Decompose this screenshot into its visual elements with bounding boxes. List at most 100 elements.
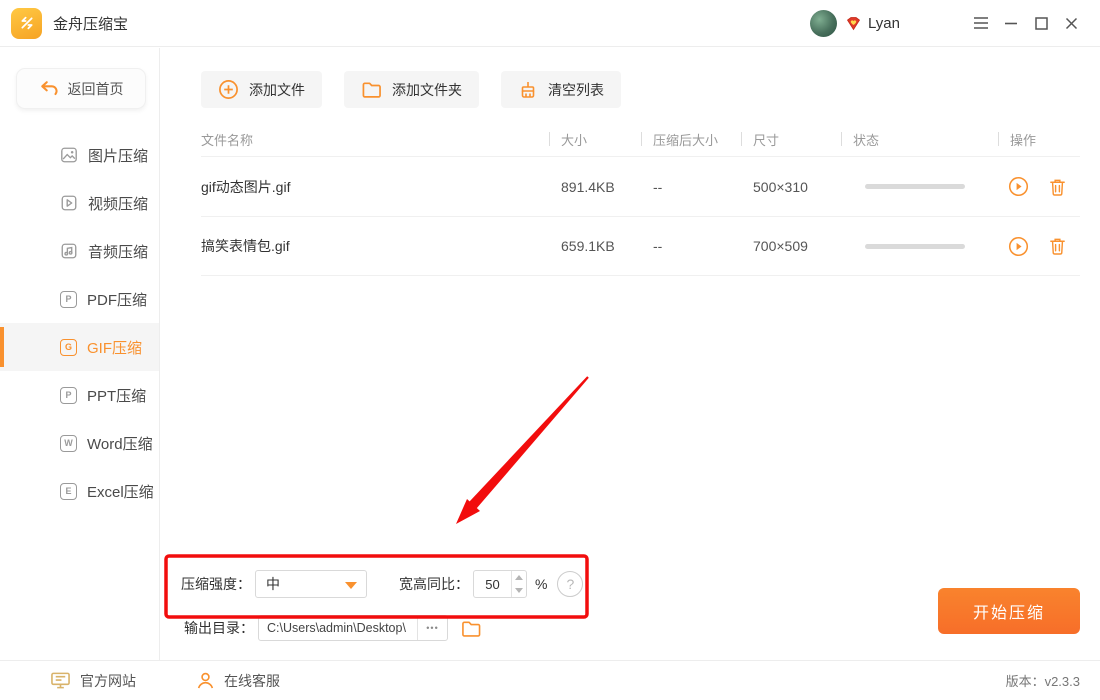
image-icon <box>60 146 78 164</box>
back-home-label: 返回首页 <box>68 79 124 99</box>
help-icon[interactable]: ? <box>557 571 583 597</box>
play-button[interactable] <box>1008 236 1029 257</box>
sidebar-item-label: PDF压缩 <box>87 289 147 310</box>
delete-button[interactable] <box>1047 176 1068 197</box>
row-actions <box>998 236 1081 257</box>
person-icon <box>196 671 215 690</box>
status-cell <box>841 184 998 189</box>
col-header-status: 状态 <box>841 130 998 149</box>
start-compress-button[interactable]: 开始压缩 <box>938 588 1080 634</box>
excel-icon: E <box>60 483 77 500</box>
sidebar-item-label: GIF压缩 <box>87 337 142 358</box>
monitor-icon <box>50 671 71 690</box>
word-icon: W <box>60 435 77 452</box>
file-name: gif动态图片.gif <box>201 177 549 197</box>
dimensions: 700×509 <box>741 238 841 254</box>
official-website-link[interactable]: 官方网站 <box>50 671 136 691</box>
output-path-box: C:\Users\admin\Desktop\ ••• <box>258 615 448 641</box>
sidebar: 返回首页 图片压缩 视频压缩 音频压缩 <box>0 48 160 660</box>
version-label: 版本：v2.3.3 <box>1006 671 1080 690</box>
sidebar-item-word-compress[interactable]: W Word压缩 <box>0 419 159 467</box>
file-size: 891.4KB <box>549 179 641 195</box>
pdf-icon: P <box>60 291 77 308</box>
output-path[interactable]: C:\Users\admin\Desktop\ <box>259 621 417 635</box>
minimize-icon[interactable] <box>996 8 1026 38</box>
sidebar-item-label: 视频压缩 <box>88 193 148 214</box>
app-window: 金舟压缩宝 Lyan <box>0 0 1100 700</box>
sidebar-item-excel-compress[interactable]: E Excel压缩 <box>0 467 159 515</box>
online-support-label: 在线客服 <box>224 671 280 691</box>
main-panel: 添加文件 添加文件夹 清空列表 文件名称 大小 <box>161 48 1100 660</box>
percent-sign: % <box>535 576 547 592</box>
row-actions <box>998 176 1081 197</box>
folder-icon <box>460 619 482 638</box>
official-website-label: 官方网站 <box>80 671 136 691</box>
maximize-icon[interactable] <box>1026 8 1056 38</box>
video-icon <box>60 194 78 212</box>
bottom-controls: 压缩强度： 中 宽高同比： 50 % ? 输出目录： <box>161 540 1100 660</box>
strength-value: 中 <box>266 574 280 594</box>
file-name: 搞笑表情包.gif <box>201 236 549 256</box>
username[interactable]: Lyan <box>868 15 900 32</box>
sidebar-item-ppt-compress[interactable]: P PPT压缩 <box>0 371 159 419</box>
output-row: 输出目录： C:\Users\admin\Desktop\ ••• <box>184 614 482 642</box>
compressed-size: -- <box>641 238 741 254</box>
strength-label: 压缩强度： <box>181 574 251 594</box>
progress-bar <box>865 244 965 249</box>
col-header-dimensions: 尺寸 <box>741 130 841 149</box>
stepper-up-icon[interactable] <box>512 571 526 584</box>
col-header-size: 大小 <box>549 130 641 149</box>
ratio-stepper[interactable]: 50 <box>473 570 527 598</box>
ratio-value: 50 <box>474 571 511 597</box>
dimensions: 500×310 <box>741 179 841 195</box>
trash-icon <box>1048 236 1067 256</box>
avatar[interactable] <box>810 10 837 37</box>
progress-bar <box>865 184 965 189</box>
online-support-link[interactable]: 在线客服 <box>196 671 280 691</box>
footer: 官方网站 在线客服 版本：v2.3.3 <box>0 660 1100 700</box>
add-folder-button[interactable]: 添加文件夹 <box>344 71 479 108</box>
titlebar: 金舟压缩宝 Lyan <box>0 0 1100 47</box>
sidebar-item-gif-compress[interactable]: G GIF压缩 <box>0 323 159 371</box>
broom-icon <box>518 80 538 100</box>
sidebar-item-label: PPT压缩 <box>87 385 146 406</box>
file-table: 文件名称 大小 压缩后大小 尺寸 状态 操作 gif动态图片.gif 891.4… <box>201 122 1080 276</box>
strength-select[interactable]: 中 <box>255 570 367 598</box>
col-header-compressed-size: 压缩后大小 <box>641 130 741 149</box>
sidebar-item-audio-compress[interactable]: 音频压缩 <box>0 227 159 275</box>
plus-circle-icon <box>218 79 239 100</box>
col-header-actions: 操作 <box>998 130 1081 149</box>
sidebar-item-label: 音频压缩 <box>88 241 148 262</box>
play-icon <box>1008 236 1029 257</box>
sidebar-item-label: 图片压缩 <box>88 145 148 166</box>
toolbar: 添加文件 添加文件夹 清空列表 <box>201 71 1100 108</box>
sidebar-item-pdf-compress[interactable]: P PDF压缩 <box>0 275 159 323</box>
back-home-button[interactable]: 返回首页 <box>16 68 146 109</box>
gif-icon: G <box>60 339 77 356</box>
audio-icon <box>60 242 78 260</box>
ppt-icon: P <box>60 387 77 404</box>
compressed-size: -- <box>641 179 741 195</box>
ratio-label: 宽高同比： <box>399 574 469 594</box>
add-file-button[interactable]: 添加文件 <box>201 71 322 108</box>
back-arrow-icon <box>39 80 59 98</box>
sidebar-item-label: Word压缩 <box>87 433 153 454</box>
open-folder-button[interactable] <box>460 619 482 638</box>
stepper-down-icon[interactable] <box>512 584 526 597</box>
file-size: 659.1KB <box>549 238 641 254</box>
trash-icon <box>1048 177 1067 197</box>
output-label: 输出目录： <box>184 618 254 638</box>
sidebar-item-video-compress[interactable]: 视频压缩 <box>0 179 159 227</box>
table-header: 文件名称 大小 压缩后大小 尺寸 状态 操作 <box>201 122 1080 156</box>
delete-button[interactable] <box>1047 236 1068 257</box>
browse-button[interactable]: ••• <box>417 615 447 641</box>
sidebar-item-label: Excel压缩 <box>87 481 154 502</box>
close-icon[interactable] <box>1056 8 1086 38</box>
sidebar-item-image-compress[interactable]: 图片压缩 <box>0 131 159 179</box>
clear-list-button[interactable]: 清空列表 <box>501 71 621 108</box>
play-button[interactable] <box>1008 176 1029 197</box>
app-logo-icon <box>11 8 42 39</box>
hamburger-menu-icon[interactable] <box>966 8 996 38</box>
folder-icon <box>361 80 382 99</box>
vip-badge-icon <box>845 15 862 32</box>
